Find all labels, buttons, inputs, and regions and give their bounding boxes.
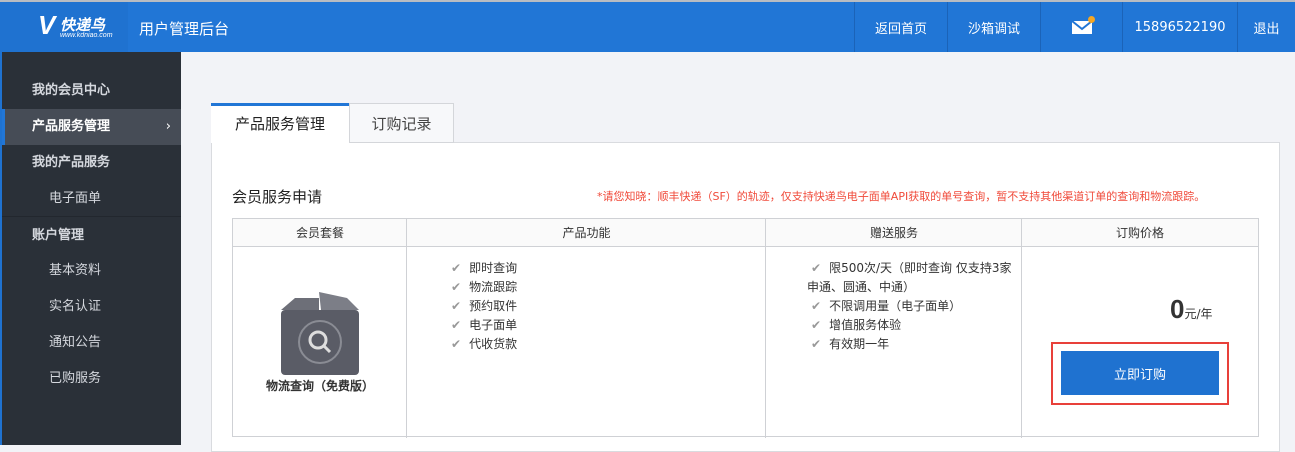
package-name: 物流查询（免费版） — [265, 379, 374, 393]
check-icon: ✔ — [451, 337, 462, 351]
logo[interactable]: V 快递鸟 www.kdniao.com — [0, 2, 128, 52]
tab-order-records[interactable]: 订购记录 — [349, 103, 454, 143]
header-features: 产品功能 — [407, 219, 766, 247]
sidebar-item-purchased[interactable]: 已购服务 — [2, 361, 181, 397]
list-item: ✔ 增值服务体验 — [811, 318, 902, 332]
list-item: ✔ 即时查询 — [451, 261, 518, 275]
list-item: ✔ 有效期一年 — [811, 337, 890, 351]
check-icon: ✔ — [451, 299, 462, 313]
list-item: ✔ 电子面单 — [451, 318, 518, 332]
sidebar: 我的会员中心 产品服务管理 › 我的产品服务 电子面单 账户管理 基本资料 实名认… — [0, 52, 181, 445]
list-item: ✔ 代收货款 — [451, 337, 518, 351]
sidebar-item-my-products[interactable]: 我的产品服务 — [2, 145, 181, 181]
divider — [2, 216, 181, 217]
mail-icon — [1070, 16, 1095, 35]
notice-text: *请您知晓：顺丰快递（SF）的轨迹，仅支持快递鸟电子面单API获取的单号查询，暂… — [597, 190, 1206, 203]
check-icon: ✔ — [451, 318, 462, 332]
tab-product-service[interactable]: 产品服务管理 — [211, 103, 349, 143]
feature-list: ✔ 即时查询 ✔ 物流跟踪 ✔ 预约取件 ✔ 电子面单 ✔ 代收货款 — [451, 259, 517, 354]
nav-messages[interactable] — [1040, 2, 1122, 52]
logo-v-icon: V — [38, 10, 56, 40]
unread-dot — [1087, 16, 1095, 23]
list-item: ✔ 物流跟踪 — [451, 280, 518, 294]
nav-logout[interactable]: 退出 — [1237, 2, 1295, 52]
header-package: 会员套餐 — [233, 219, 407, 247]
sidebar-item-notices[interactable]: 通知公告 — [2, 325, 181, 361]
list-item: ✔ 不限调用量（电子面单） — [811, 299, 962, 313]
header-gifts: 赠送服务 — [766, 219, 1022, 247]
nav-sandbox[interactable]: 沙箱调试 — [947, 2, 1040, 52]
app-title: 用户管理后台 — [139, 20, 230, 38]
check-icon: ✔ — [811, 261, 822, 275]
sidebar-item-label: 产品服务管理 — [32, 119, 111, 134]
sidebar-item-member-center[interactable]: 我的会员中心 — [2, 73, 181, 109]
list-item: ✔ 限500次/天（即时查询 仅支持3家申通、圆通、中通） — [807, 261, 1012, 294]
check-icon: ✔ — [811, 318, 822, 332]
price-value: 0 — [1170, 294, 1185, 324]
header: V 快递鸟 www.kdniao.com 用户管理后台 返回首页 沙箱调试 15… — [0, 2, 1295, 52]
divider — [765, 219, 766, 438]
section-title: 会员服务申请 — [232, 188, 323, 206]
list-item: ✔ 预约取件 — [451, 299, 518, 313]
price-unit: 元/年 — [1184, 307, 1213, 321]
sidebar-item-account-mgmt[interactable]: 账户管理 — [2, 218, 181, 254]
check-icon: ✔ — [811, 337, 822, 351]
sidebar-item-product-service-mgmt[interactable]: 产品服务管理 › — [2, 109, 181, 145]
nav-home[interactable]: 返回首页 — [854, 2, 947, 52]
buy-now-button[interactable]: 立即订购 — [1061, 351, 1219, 395]
divider — [1021, 219, 1022, 438]
sidebar-item-e-waybill[interactable]: 电子面单 — [2, 181, 181, 217]
check-icon: ✔ — [451, 261, 462, 275]
price: 0元/年 — [1170, 294, 1213, 325]
logo-url: www.kdniao.com — [60, 32, 113, 39]
package-box-icon — [281, 292, 359, 375]
sidebar-item-basic-info[interactable]: 基本资料 — [2, 253, 181, 289]
check-icon: ✔ — [811, 299, 822, 313]
sidebar-item-verification[interactable]: 实名认证 — [2, 289, 181, 325]
chevron-right-icon: › — [165, 119, 171, 134]
nav-account-phone[interactable]: 15896522190 — [1122, 2, 1237, 52]
check-icon: ✔ — [451, 280, 462, 294]
header-price: 订购价格 — [1022, 219, 1258, 247]
gift-list: ✔ 限500次/天（即时查询 仅支持3家申通、圆通、中通） ✔ 不限调用量（电子面单… — [807, 259, 1017, 354]
divider — [406, 219, 407, 438]
